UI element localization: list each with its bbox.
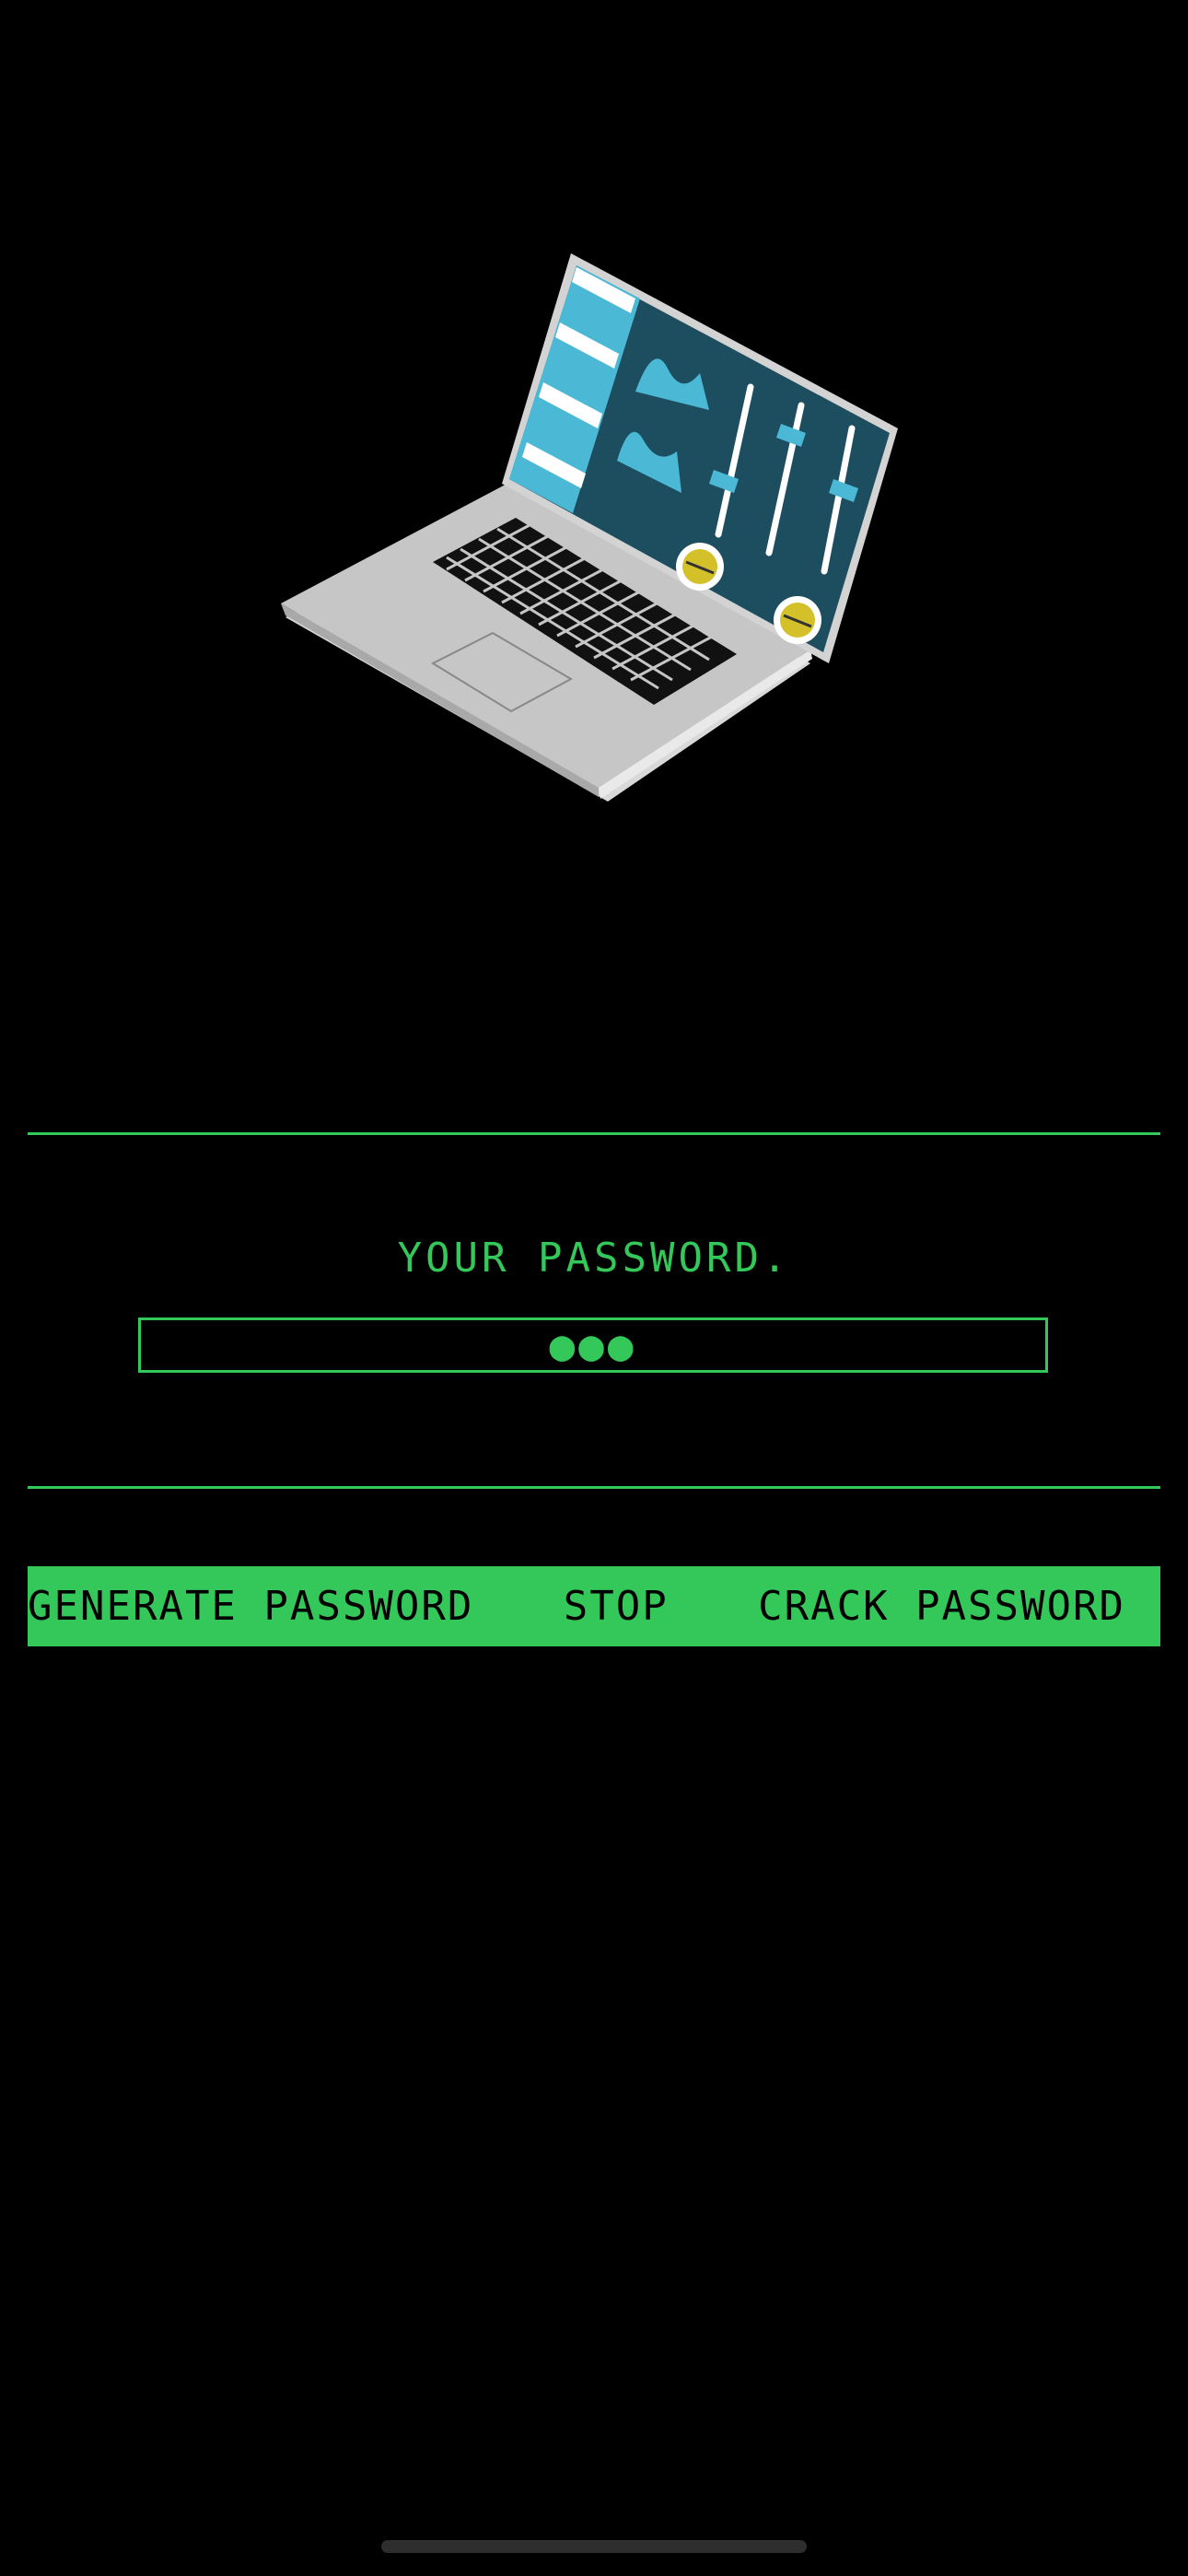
password-label: YOUR PASSWORD. (397, 1235, 791, 1282)
laptop-illustration (267, 230, 930, 829)
crack-password-button[interactable]: CRACK PASSWORD (758, 1583, 1125, 1630)
bottom-divider (28, 1486, 1160, 1489)
generate-password-button[interactable]: GENERATE PASSWORD (28, 1583, 473, 1630)
password-value: ●●● (549, 1320, 637, 1370)
home-indicator (381, 2540, 807, 2553)
action-bar: GENERATE PASSWORD STOP CRACK PASSWORD (28, 1566, 1160, 1646)
stop-button[interactable]: STOP (564, 1583, 669, 1630)
top-divider (28, 1132, 1160, 1135)
password-field[interactable]: ●●● (138, 1317, 1048, 1373)
laptop-icon (281, 253, 898, 802)
